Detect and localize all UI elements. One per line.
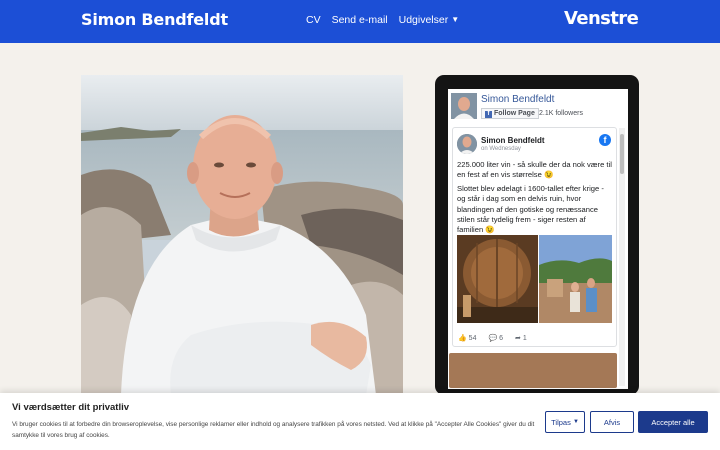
cookie-banner: Vi værdsætter dit privatliv Vi bruger co… xyxy=(0,393,720,450)
cookie-title: Vi værdsætter dit privatliv xyxy=(12,402,130,413)
caret-down-icon: ▼ xyxy=(572,419,579,425)
facebook-page-name[interactable]: Simon Bendfeldt xyxy=(481,94,554,105)
post-text: 225.000 liter vin - så skulle der da nok… xyxy=(457,160,613,239)
shares-value: 1 xyxy=(522,335,527,342)
facebook-f-icon: f xyxy=(485,111,492,118)
post-image-wine-barrel[interactable] xyxy=(457,235,538,323)
shares-count[interactable]: ➦ 1 xyxy=(515,334,527,342)
reject-cookies-button[interactable]: Afvis xyxy=(590,411,634,433)
post-image-family-photo[interactable] xyxy=(539,235,612,323)
post-paragraph: 225.000 liter vin - så skulle der da nok… xyxy=(457,160,612,180)
nav-link-cv[interactable]: CV xyxy=(306,14,321,26)
nav-link-udgivelser-label: Udgivelser xyxy=(398,14,449,26)
followers-count: 2.1K followers xyxy=(539,110,583,117)
site-header: Simon Bendfeldt CV Send e-mail Udgivelse… xyxy=(0,0,720,43)
likes-count[interactable]: 👍 54 xyxy=(458,334,476,342)
facebook-page-header: Simon Bendfeldt f Follow Page 2.1K follow… xyxy=(451,93,621,125)
follow-page-label: Follow Page xyxy=(494,110,535,117)
widget-scrollbar[interactable] xyxy=(619,128,625,386)
next-post-preview-image[interactable] xyxy=(449,353,617,388)
customize-cookies-button[interactable]: Tilpas ▼ xyxy=(545,411,585,433)
comments-count[interactable]: 💬 6 xyxy=(488,334,503,342)
accept-all-cookies-button[interactable]: Accepter alle xyxy=(638,411,708,433)
portrait-photo xyxy=(81,75,403,395)
nav-link-udgivelser[interactable]: Udgivelser ▼ xyxy=(399,14,460,26)
nav-link-send-email[interactable]: Send e-mail xyxy=(332,14,388,26)
facebook-post[interactable]: Simon Bendfeldt on Wednesday f 225.000 l… xyxy=(452,127,617,347)
main-nav: CV Send e-mail Udgivelser ▼ xyxy=(306,14,459,26)
post-date[interactable]: on Wednesday xyxy=(481,146,521,152)
post-author[interactable]: Simon Bendfeldt xyxy=(481,136,545,145)
venstre-logo[interactable]: Venstre xyxy=(564,8,639,29)
customize-label: Tilpas xyxy=(551,417,571,427)
facebook-page-avatar[interactable] xyxy=(451,93,477,119)
follow-page-button[interactable]: f Follow Page xyxy=(481,108,539,119)
post-paragraph: Slottet blev ødelagt i 1600-tallet efter… xyxy=(457,183,604,235)
post-author-avatar[interactable] xyxy=(457,134,477,154)
post-reactions: 👍 54 💬 6 ➦ 1 xyxy=(458,334,527,342)
facebook-logo-icon[interactable]: f xyxy=(599,134,611,146)
likes-value: 54 xyxy=(468,335,477,342)
site-brand[interactable]: Simon Bendfeldt xyxy=(81,10,228,29)
cookie-text: Vi bruger cookies til at forbedre din br… xyxy=(12,421,535,439)
comments-value: 6 xyxy=(499,335,504,342)
widget-scroll-thumb[interactable] xyxy=(620,134,624,174)
chevron-down-icon: ▼ xyxy=(451,15,460,24)
